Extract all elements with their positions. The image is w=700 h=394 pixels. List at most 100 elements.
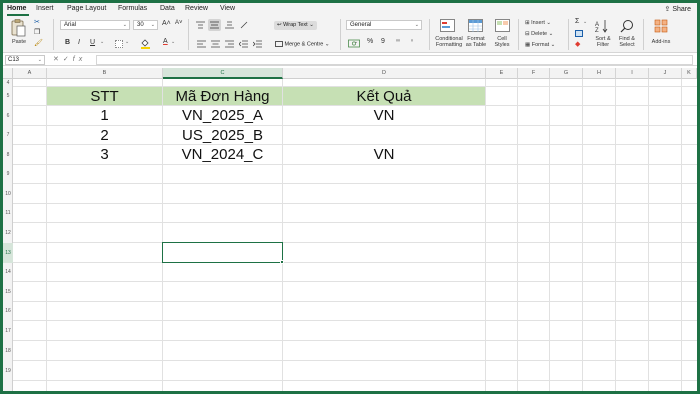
name-box[interactable]: C13 ⌄ (5, 55, 45, 65)
font-size-select[interactable]: 30 ⌄ (133, 20, 158, 30)
table-cell[interactable]: VN_2025_A (163, 106, 282, 125)
number-format-select[interactable]: General ⌄ (346, 20, 422, 30)
tab-data[interactable]: Data (160, 5, 175, 12)
row-header-12[interactable]: 12 (3, 223, 13, 243)
paste-button[interactable] (9, 18, 27, 38)
add-ins-button[interactable]: Add-ins (647, 39, 675, 45)
column-header-e[interactable]: E (486, 68, 518, 79)
borders-icon[interactable] (115, 40, 123, 48)
align-bottom-icon[interactable] (225, 21, 234, 31)
row-header-9[interactable]: 9 (3, 165, 13, 184)
underline-button[interactable]: U (90, 39, 95, 46)
find-select-button[interactable]: Find & Select (616, 36, 638, 48)
cut-icon[interactable]: ✂ (34, 18, 40, 26)
format-as-table-button[interactable]: Format as Table (463, 36, 489, 48)
table-cell[interactable]: VN (283, 145, 485, 164)
conditional-formatting-icon[interactable] (440, 19, 456, 35)
column-header-a[interactable]: A (13, 68, 47, 79)
text-orientation-icon[interactable] (240, 21, 249, 31)
copy-icon[interactable]: ❐ (34, 28, 40, 36)
format-as-table-icon[interactable] (468, 19, 484, 35)
row-header-4[interactable]: 4 (3, 79, 13, 87)
sort-filter-icon[interactable]: AZ (595, 19, 611, 35)
tab-page-layout[interactable]: Page Layout (67, 5, 106, 12)
column-header-f[interactable]: F (518, 68, 550, 79)
conditional-formatting-button[interactable]: Conditional Formatting (431, 36, 467, 48)
row-header-6[interactable]: 6 (3, 106, 13, 126)
row-header-7[interactable]: 7 (3, 126, 13, 145)
cancel-icon[interactable]: ✕ (53, 56, 63, 63)
align-left-icon[interactable] (197, 40, 206, 50)
row-header-8[interactable]: 8 (3, 145, 13, 165)
selected-cell[interactable] (162, 242, 283, 263)
table-cell[interactable]: VN_2024_C (163, 145, 282, 164)
insert-cells-button[interactable]: ⊞ Insert ⌄ (525, 20, 551, 26)
chevron-down-icon[interactable]: ⌄ (583, 19, 587, 25)
row-header-17[interactable]: 17 (3, 321, 13, 341)
tab-insert[interactable]: Insert (36, 5, 54, 12)
magnifier-icon[interactable] (620, 19, 634, 35)
chevron-down-icon[interactable]: ⌄ (100, 39, 104, 45)
enter-icon[interactable]: ✓ (63, 56, 73, 63)
align-right-icon[interactable] (225, 40, 234, 50)
decrease-indent-icon[interactable] (238, 40, 248, 50)
autosum-icon[interactable]: Σ (575, 18, 579, 25)
column-header-b[interactable]: B (47, 68, 163, 79)
align-top-icon[interactable] (196, 21, 205, 31)
fx-icon[interactable]: fx (73, 56, 86, 63)
sort-filter-button[interactable]: Sort & Filter (592, 36, 614, 48)
row-header-14[interactable]: 14 (3, 263, 13, 282)
row-header-10[interactable]: 10 (3, 184, 13, 204)
cell-styles-icon[interactable] (495, 19, 511, 35)
select-all-corner[interactable] (3, 68, 13, 79)
table-cell[interactable] (283, 126, 485, 145)
table-header-stt[interactable]: STT (47, 87, 162, 106)
increase-indent-icon[interactable] (252, 40, 262, 50)
format-cells-button[interactable]: ▦ Format ⌄ (525, 42, 555, 48)
table-cell[interactable]: 2 (47, 126, 162, 145)
comma-style-button[interactable]: 9 (381, 38, 385, 45)
align-middle-icon[interactable] (208, 19, 221, 31)
add-ins-icon[interactable] (654, 19, 668, 35)
wrap-text-button[interactable]: ↩ Wrap Text ⌄ (274, 21, 317, 30)
column-header-k[interactable]: K (682, 68, 697, 79)
shrink-font-button[interactable]: A˅ (175, 20, 183, 26)
column-header-j[interactable]: J (649, 68, 682, 79)
grow-font-button[interactable]: A˄ (162, 20, 171, 27)
fill-color-icon[interactable] (140, 38, 151, 51)
chevron-down-icon[interactable]: ⌄ (354, 39, 358, 45)
delete-cells-button[interactable]: ⊟ Delete ⌄ (525, 31, 553, 37)
tab-review[interactable]: Review (185, 5, 208, 12)
row-header-19[interactable]: 19 (3, 361, 13, 381)
chevron-down-icon[interactable]: ⌄ (125, 39, 129, 45)
decrease-decimal-icon[interactable]: ⁰ (411, 39, 413, 45)
formula-input[interactable] (96, 55, 693, 65)
font-name-select[interactable]: Arial ⌄ (60, 20, 130, 30)
row-header-15[interactable]: 15 (3, 282, 13, 302)
cell-styles-button[interactable]: Cell Styles (491, 36, 513, 48)
row-header-13[interactable]: 13 (3, 243, 13, 263)
row-header-5[interactable]: 5 (3, 87, 13, 106)
worksheet-grid[interactable]: STT Mã Đơn Hàng Kết Quả 1 VN_2025_A VN 2… (13, 79, 697, 391)
column-header-h[interactable]: H (583, 68, 616, 79)
row-header-11[interactable]: 11 (3, 204, 13, 223)
increase-decimal-icon[interactable]: ⁰⁰ (396, 39, 400, 45)
table-cell[interactable]: VN (283, 106, 485, 125)
chevron-down-icon[interactable]: ⌄ (171, 39, 175, 45)
format-painter-icon[interactable]: 🖌 (34, 39, 43, 47)
column-header-g[interactable]: G (550, 68, 583, 79)
tab-home[interactable]: Home (7, 5, 26, 12)
percent-button[interactable]: % (367, 38, 373, 45)
bold-button[interactable]: B (65, 39, 70, 46)
italic-button[interactable]: I (78, 39, 80, 46)
table-header-order-code[interactable]: Mã Đơn Hàng (163, 87, 282, 106)
column-header-d[interactable]: D (283, 68, 486, 79)
table-header-result[interactable]: Kết Quả (283, 87, 485, 106)
font-color-icon[interactable]: A (163, 38, 168, 45)
row-header-18[interactable]: 18 (3, 341, 13, 361)
tab-view[interactable]: View (220, 5, 235, 12)
column-header-i[interactable]: I (616, 68, 649, 79)
column-header-c[interactable]: C (163, 68, 283, 79)
row-header-16[interactable]: 16 (3, 302, 13, 321)
table-cell[interactable]: 3 (47, 145, 162, 164)
